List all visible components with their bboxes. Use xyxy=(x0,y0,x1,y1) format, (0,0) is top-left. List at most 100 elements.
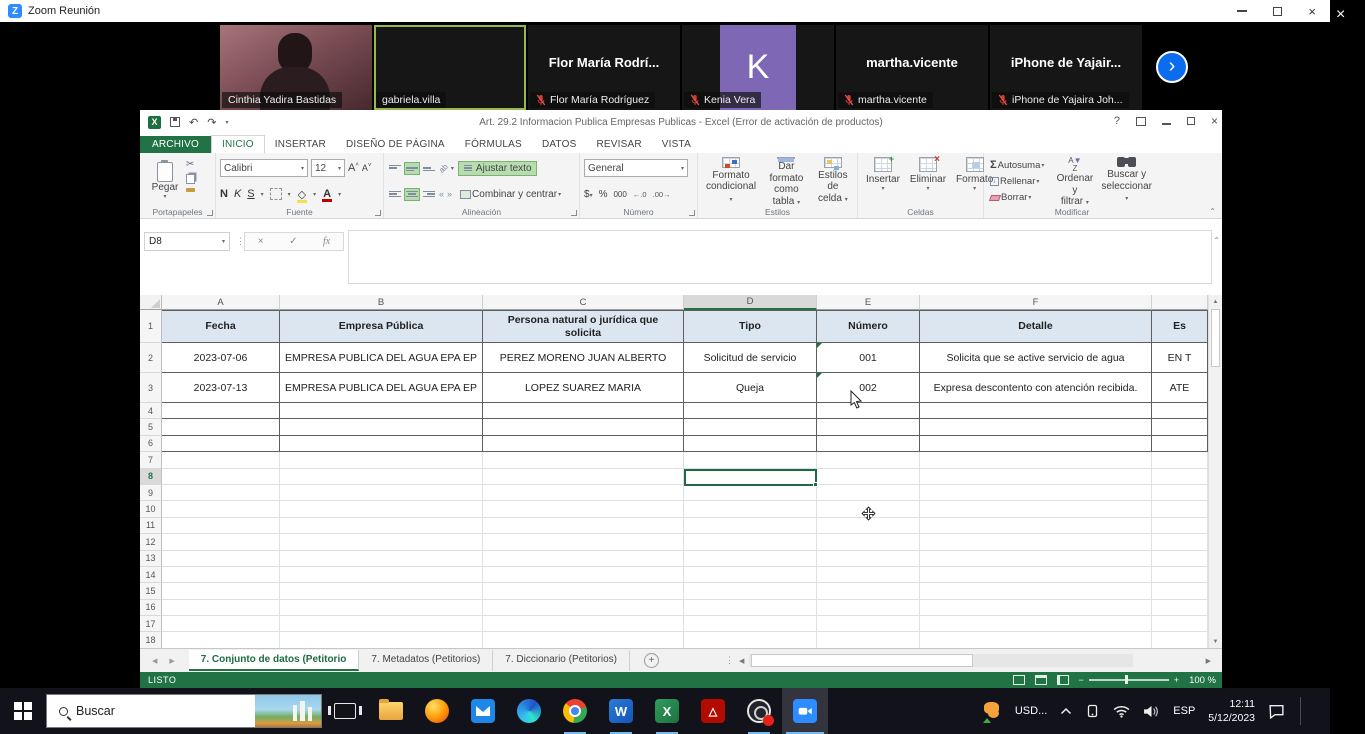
show-desktop-button[interactable] xyxy=(1314,688,1320,734)
tab-revisar[interactable]: REVISAR xyxy=(586,136,651,153)
taskbar-search[interactable]: Buscar xyxy=(46,694,322,728)
conditional-formatting-button[interactable]: Formatocondicional ▾ xyxy=(702,155,760,206)
fill-color-icon[interactable]: ◇ xyxy=(297,188,307,201)
row-header[interactable]: 5 xyxy=(140,419,162,435)
cell[interactable] xyxy=(162,632,280,648)
decrease-indent-icon[interactable]: « xyxy=(439,189,444,199)
save-icon[interactable] xyxy=(170,117,180,127)
grow-font-icon[interactable]: A˄ xyxy=(348,162,359,174)
edge-button[interactable] xyxy=(506,688,552,734)
cell[interactable] xyxy=(1152,600,1208,616)
cell[interactable] xyxy=(684,403,817,419)
participant-tile[interactable]: KKenia Vera xyxy=(682,25,834,110)
cancel-entry-icon[interactable]: × xyxy=(258,236,264,247)
cell[interactable] xyxy=(920,403,1152,419)
cell[interactable]: EMPRESA PUBLICA DEL AGUA EPA EP xyxy=(280,343,483,373)
cell[interactable] xyxy=(817,403,920,419)
name-box[interactable]: D8▾ xyxy=(144,232,230,251)
cell[interactable] xyxy=(1152,518,1208,534)
crypto-tray-icon[interactable] xyxy=(982,701,1002,721)
sheet-next-icon[interactable]: ▶ xyxy=(169,657,174,665)
cell[interactable] xyxy=(280,616,483,632)
row-header[interactable]: 12 xyxy=(140,534,162,550)
cell[interactable] xyxy=(162,567,280,583)
row-header[interactable]: 11 xyxy=(140,518,162,534)
cell[interactable] xyxy=(920,632,1152,648)
cell[interactable] xyxy=(817,534,920,550)
vertical-scroll-thumb[interactable] xyxy=(1211,309,1220,367)
insert-cells-button[interactable]: + Insertar▾ xyxy=(862,155,904,206)
cell[interactable] xyxy=(684,632,817,648)
cell[interactable] xyxy=(162,518,280,534)
cell[interactable] xyxy=(817,600,920,616)
cell[interactable] xyxy=(1152,485,1208,501)
align-middle-icon[interactable] xyxy=(405,163,419,174)
cell[interactable] xyxy=(162,534,280,550)
selected-cell-D8[interactable] xyxy=(684,469,817,486)
help-icon[interactable]: ? xyxy=(1114,115,1120,127)
cell[interactable] xyxy=(483,567,684,583)
cell[interactable] xyxy=(280,403,483,419)
cell[interactable] xyxy=(162,616,280,632)
number-format-select[interactable]: General▾ xyxy=(584,159,688,177)
cell[interactable]: Tipo xyxy=(684,310,817,343)
cell[interactable]: Fecha xyxy=(162,310,280,343)
excel-logo-icon[interactable]: X xyxy=(148,116,161,129)
cell[interactable] xyxy=(162,501,280,517)
align-right-icon[interactable] xyxy=(422,189,436,200)
alignment-dialog-launcher[interactable] xyxy=(571,210,577,216)
sheet-tab[interactable]: 7. Metadatos (Petitorios) xyxy=(359,650,493,671)
cell[interactable] xyxy=(684,452,817,468)
cell[interactable] xyxy=(483,616,684,632)
participant-tile[interactable]: Flor María Rodrí...Flor María Rodríguez xyxy=(528,25,680,110)
start-button[interactable] xyxy=(0,688,46,734)
borders-icon[interactable] xyxy=(270,188,282,200)
cell[interactable] xyxy=(280,567,483,583)
qat-customize-icon[interactable]: ▾ xyxy=(225,119,228,126)
cell[interactable] xyxy=(280,632,483,648)
word-button[interactable]: W xyxy=(598,688,644,734)
notification-icon[interactable] xyxy=(1268,704,1285,719)
cell[interactable] xyxy=(280,600,483,616)
paste-button[interactable]: Pegar▾ xyxy=(144,155,186,207)
cell[interactable] xyxy=(817,518,920,534)
cell[interactable] xyxy=(684,518,817,534)
tab-diseodepgina[interactable]: DISEÑO DE PÁGINA xyxy=(336,136,455,153)
hscroll-left-icon[interactable]: ◀ xyxy=(734,657,749,665)
currency-ticker[interactable]: USD... xyxy=(1015,705,1047,717)
hscroll-divider[interactable]: ⋮ xyxy=(725,655,734,666)
maximize-button[interactable] xyxy=(1273,7,1282,16)
column-header-E[interactable]: E xyxy=(817,295,920,310)
cell[interactable]: Empresa Pública xyxy=(280,310,483,343)
row-header[interactable]: 4 xyxy=(140,403,162,419)
row-header[interactable]: 7 xyxy=(140,452,162,468)
cell[interactable] xyxy=(162,469,280,485)
cell[interactable] xyxy=(1152,534,1208,550)
normal-view-icon[interactable] xyxy=(1013,675,1025,685)
cell[interactable] xyxy=(817,419,920,435)
tab-inicio[interactable]: INICIO xyxy=(211,135,265,153)
cell[interactable] xyxy=(483,501,684,517)
cell[interactable] xyxy=(684,600,817,616)
increase-indent-icon[interactable]: » xyxy=(447,189,452,199)
cell[interactable] xyxy=(684,436,817,452)
tab-datos[interactable]: DATOS xyxy=(532,136,587,153)
cell[interactable]: Es xyxy=(1152,310,1208,343)
row-header[interactable]: 3 xyxy=(140,373,162,403)
font-color-icon[interactable]: A xyxy=(322,188,332,200)
excel-close-button[interactable]: × xyxy=(1211,114,1218,128)
cell[interactable] xyxy=(1152,551,1208,567)
column-header-A[interactable]: A xyxy=(162,295,280,310)
clipboard-dialog-launcher[interactable] xyxy=(207,210,213,216)
percent-format-icon[interactable]: % xyxy=(599,189,608,200)
undo-icon[interactable]: ↶ xyxy=(189,116,198,129)
row-header[interactable]: 18 xyxy=(140,632,162,648)
ribbon-collapse-icon[interactable]: ⌃ xyxy=(1209,207,1216,216)
find-select-button[interactable]: Buscar yseleccionar ▾ xyxy=(1097,155,1156,206)
confirm-entry-icon[interactable]: ✓ xyxy=(289,236,297,247)
decrease-decimal-icon[interactable]: .00→ xyxy=(653,190,671,199)
cell[interactable] xyxy=(162,419,280,435)
cell[interactable] xyxy=(920,436,1152,452)
cell[interactable] xyxy=(817,567,920,583)
cell[interactable] xyxy=(162,583,280,599)
